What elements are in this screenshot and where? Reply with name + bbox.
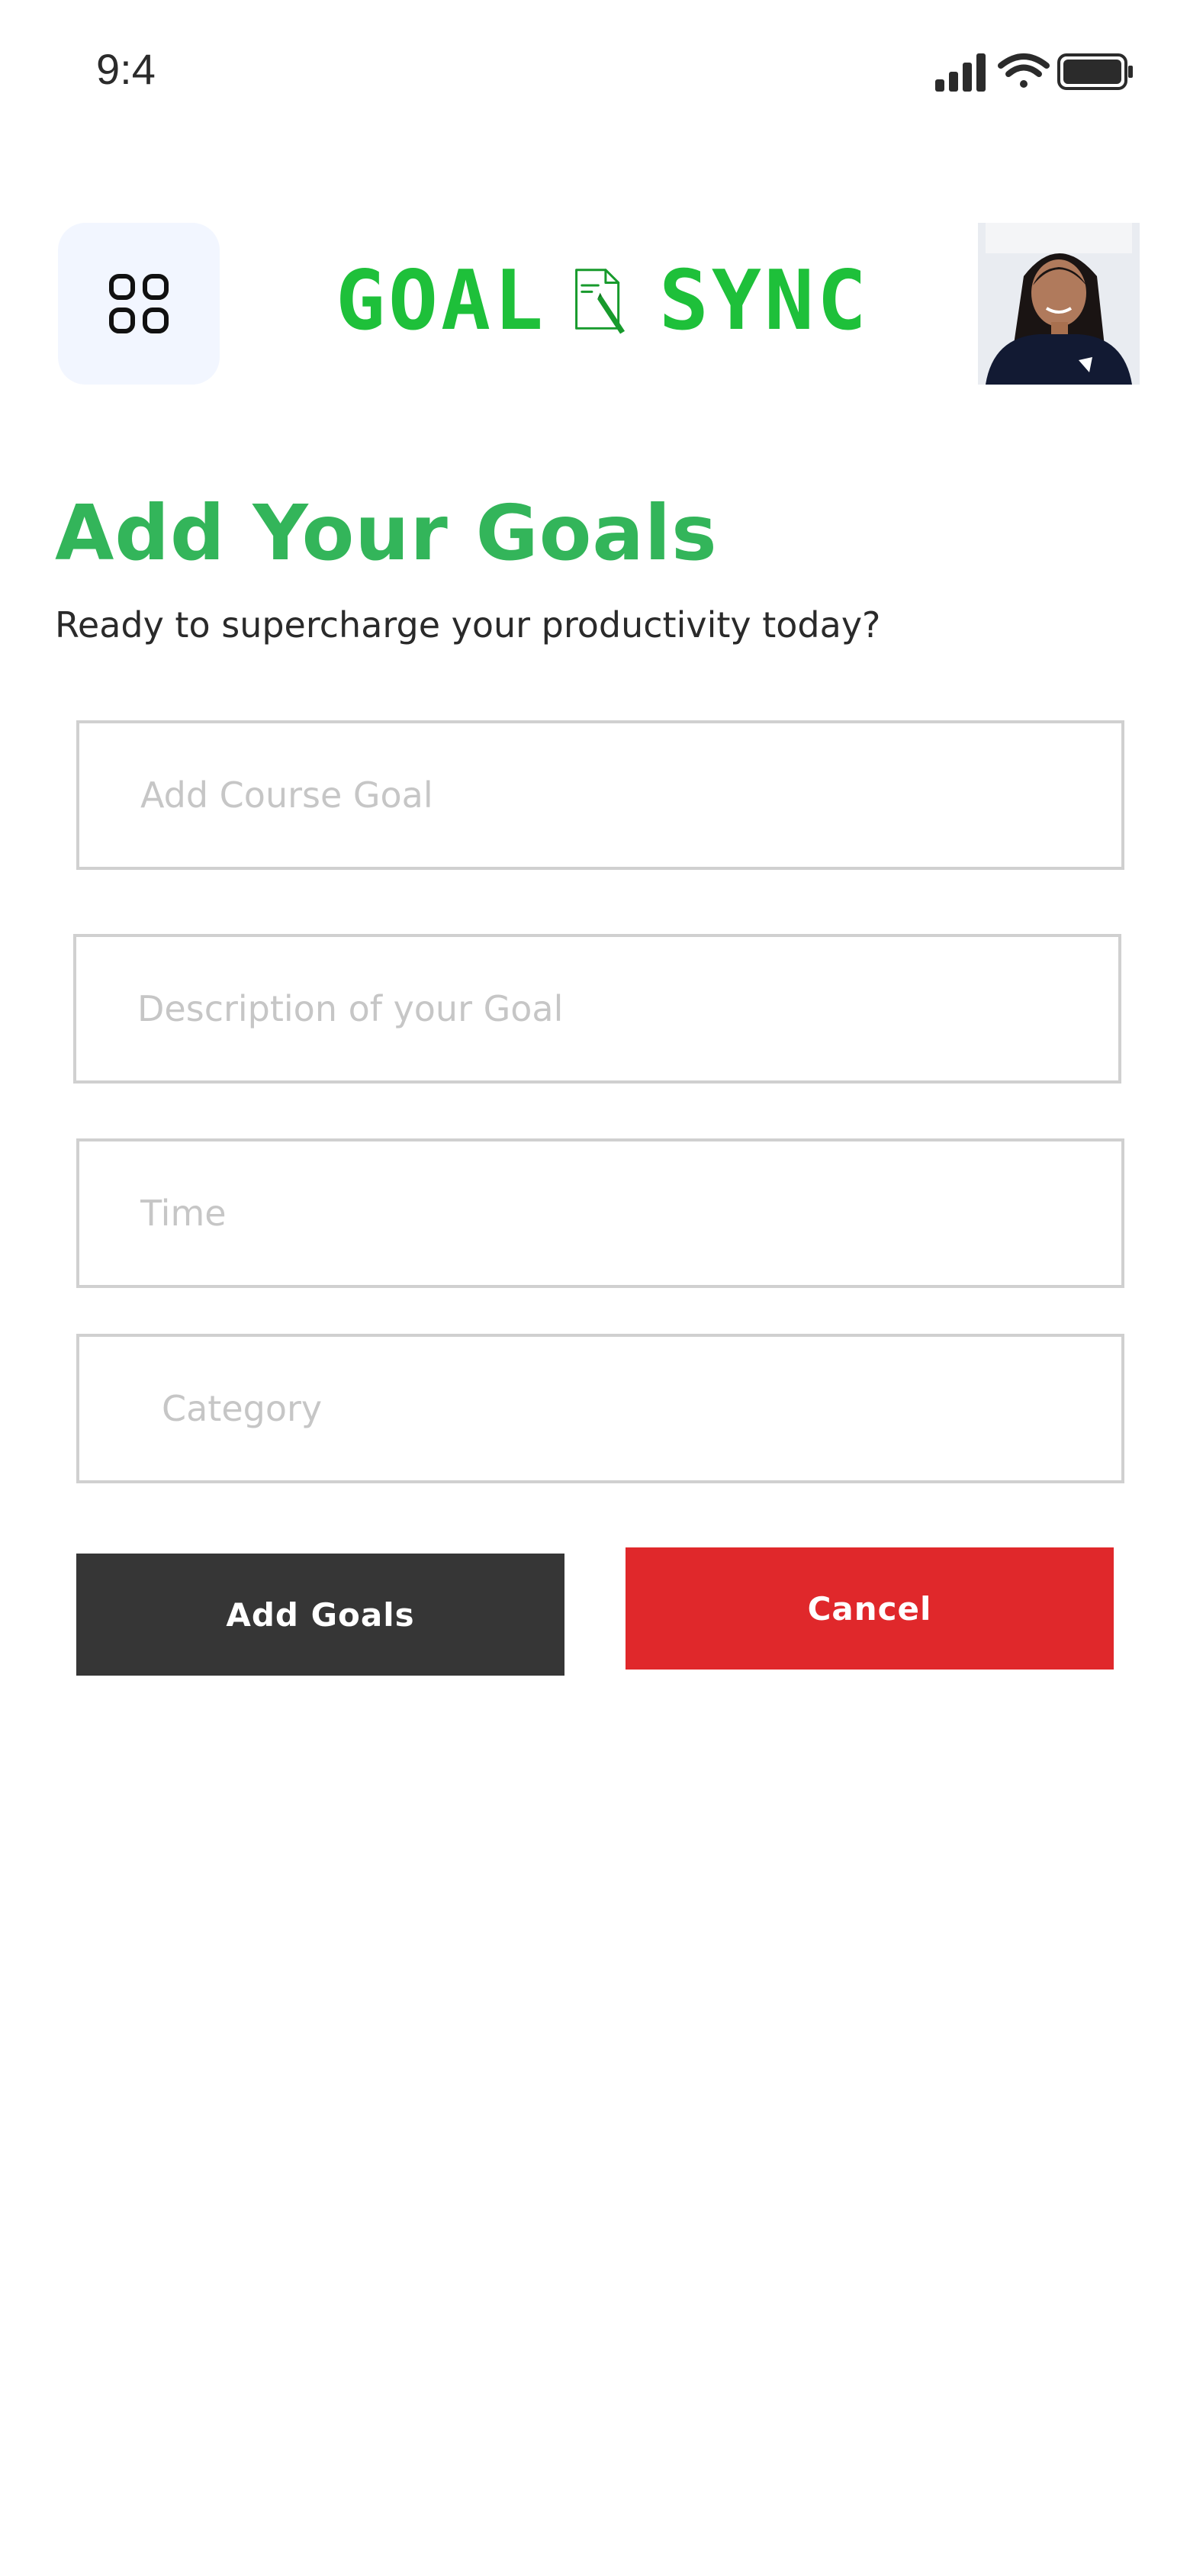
app-logo: GOAL SYNC xyxy=(336,244,870,359)
logo-word-goal: GOAL xyxy=(336,253,547,349)
page-subtitle: Ready to supercharge your productivity t… xyxy=(55,604,881,646)
page-title: Add Your Goals xyxy=(55,488,718,578)
grid-menu-icon xyxy=(109,274,169,333)
goal-description-input[interactable] xyxy=(73,934,1121,1084)
status-time: 9:4 xyxy=(96,45,156,93)
add-goals-button[interactable]: Add Goals xyxy=(76,1554,564,1676)
user-avatar[interactable] xyxy=(978,223,1140,385)
logo-word-sync: SYNC xyxy=(658,253,870,349)
battery-icon xyxy=(1057,53,1133,90)
cancel-button[interactable]: Cancel xyxy=(626,1547,1114,1670)
category-input[interactable] xyxy=(76,1334,1124,1483)
document-pen-icon xyxy=(575,269,626,334)
wifi-icon xyxy=(998,53,1050,88)
menu-button[interactable] xyxy=(58,223,220,385)
time-input[interactable] xyxy=(76,1138,1124,1288)
signal-icon xyxy=(935,53,986,92)
status-icons xyxy=(935,50,1134,93)
course-goal-input[interactable] xyxy=(76,720,1124,870)
